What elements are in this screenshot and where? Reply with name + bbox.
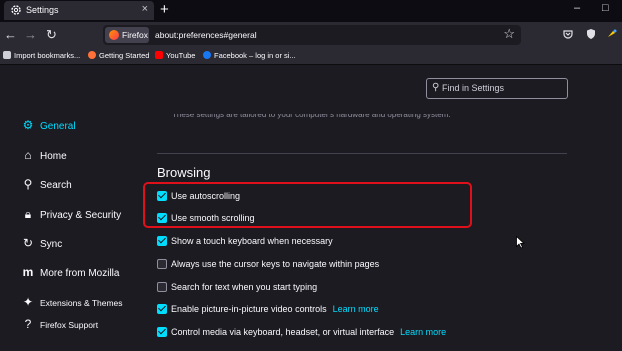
tab-settings[interactable]: Settings × <box>4 1 154 20</box>
touch-keyboard-checkbox[interactable] <box>157 236 167 246</box>
sidebar-item-label: Privacy & Security <box>40 210 122 221</box>
sidebar-item-privacy[interactable]: 🔒︎ Privacy & Security <box>20 207 121 222</box>
browsing-heading: Browsing <box>157 165 211 180</box>
option-picture-in-picture[interactable]: Enable picture-in-picture video controls… <box>157 304 379 318</box>
tab-bar: Settings × + – □ <box>0 0 622 22</box>
gear-icon <box>11 5 21 15</box>
section-divider <box>157 153 567 154</box>
gear-icon: ⚙ <box>22 118 34 132</box>
maximize-icon[interactable]: □ <box>602 2 609 14</box>
identity-box[interactable]: Firefox <box>105 27 149 43</box>
sidebar-item-extensions[interactable]: ✦ Extensions & Themes <box>20 295 123 309</box>
lock-icon: 🔒︎ <box>24 207 32 221</box>
find-in-settings-input[interactable]: ⚲ Find in Settings <box>426 78 568 99</box>
bookmark-getting-started[interactable]: Getting Started <box>88 51 149 60</box>
sync-icon: ↻ <box>22 236 34 250</box>
option-label: Always use the cursor keys to navigate w… <box>171 259 380 269</box>
url-bar[interactable]: Firefox about:preferences#general ☆ <box>103 25 521 45</box>
sidebar-item-general[interactable]: ⚙ General <box>20 118 76 132</box>
bookmark-label: YouTube <box>166 51 196 60</box>
puzzle-icon: ✦ <box>22 295 34 309</box>
firefox-logo-icon <box>109 30 119 40</box>
option-label: Search for text when you start typing <box>171 282 318 292</box>
bookmark-youtube[interactable]: YouTube <box>155 51 195 60</box>
performance-description: These settings are tailored to your comp… <box>172 110 451 119</box>
sidebar-item-home[interactable]: ⌂ Home <box>20 148 67 162</box>
extension-icon[interactable] <box>606 28 618 40</box>
sidebar-item-label: Home <box>40 151 67 162</box>
sidebar-item-support[interactable]: ? Firefox Support <box>20 317 98 331</box>
sidebar-item-search[interactable]: ⚲ Search <box>20 177 72 191</box>
sidebar-item-sync[interactable]: ↻ Sync <box>20 236 62 250</box>
mozilla-icon: m <box>22 265 34 279</box>
cursor-keys-checkbox[interactable] <box>157 259 167 269</box>
bookmark-star-icon[interactable]: ☆ <box>503 26 515 42</box>
forward-icon[interactable]: → <box>24 27 37 42</box>
import-bookmarks-icon <box>3 51 11 59</box>
bookmarks-toolbar: Import bookmarks... Getting Started YouT… <box>0 49 622 65</box>
close-tab-icon[interactable]: × <box>142 3 148 15</box>
home-icon: ⌂ <box>24 148 32 162</box>
search-icon: ⚲ <box>23 177 33 191</box>
facebook-icon <box>203 51 211 59</box>
sidebar-item-label: Extensions & Themes <box>40 298 123 308</box>
navigation-toolbar: ← → ↻ Firefox about:preferences#general … <box>0 22 622 49</box>
pocket-icon[interactable] <box>562 28 574 40</box>
minimize-icon[interactable]: – <box>574 2 580 14</box>
sidebar-item-label: Firefox Support <box>40 320 99 330</box>
bookmark-import[interactable]: Import bookmarks... <box>3 51 80 60</box>
option-label: Enable picture-in-picture video controls <box>171 304 327 314</box>
option-label: Control media via keyboard, headset, or … <box>171 327 395 337</box>
search-typing-checkbox[interactable] <box>157 282 167 292</box>
highlight-box <box>143 182 472 228</box>
help-icon: ? <box>24 317 32 331</box>
bookmark-facebook[interactable]: Facebook – log in or si... <box>203 51 296 60</box>
url-text[interactable]: about:preferences#general <box>155 30 257 40</box>
sidebar-item-label: More from Mozilla <box>40 268 120 279</box>
learn-more-link[interactable]: Learn more <box>400 327 446 337</box>
back-icon[interactable]: ← <box>4 27 17 42</box>
search-icon: ⚲ <box>432 82 440 93</box>
media-control-checkbox[interactable] <box>157 327 167 337</box>
tab-title: Settings <box>26 5 59 15</box>
sidebar-item-label: Sync <box>40 239 63 250</box>
firefox-logo-icon <box>88 51 96 59</box>
option-media-control[interactable]: Control media via keyboard, headset, or … <box>157 327 446 341</box>
search-placeholder: Find in Settings <box>442 83 505 93</box>
youtube-icon <box>155 51 163 59</box>
identity-label: Firefox <box>122 30 148 40</box>
sidebar-item-label: Search <box>40 180 72 191</box>
reload-icon[interactable]: ↻ <box>46 27 57 43</box>
learn-more-link[interactable]: Learn more <box>333 304 379 314</box>
bookmark-label: Getting Started <box>99 51 150 60</box>
option-label: Show a touch keyboard when necessary <box>171 236 333 246</box>
new-tab-button[interactable]: + <box>160 0 169 20</box>
sidebar-item-more-from-mozilla[interactable]: m More from Mozilla <box>20 265 120 279</box>
shield-icon[interactable] <box>585 28 597 40</box>
option-touch-keyboard[interactable]: Show a touch keyboard when necessary <box>157 236 333 250</box>
bookmark-label: Import bookmarks... <box>14 51 81 60</box>
bookmark-label: Facebook – log in or si... <box>214 51 296 60</box>
option-cursor-keys[interactable]: Always use the cursor keys to navigate w… <box>157 259 379 273</box>
option-search-typing[interactable]: Search for text when you start typing <box>157 282 317 296</box>
sidebar-item-label: General <box>40 121 76 132</box>
picture-in-picture-checkbox[interactable] <box>157 304 167 314</box>
mouse-cursor-icon <box>516 236 525 249</box>
